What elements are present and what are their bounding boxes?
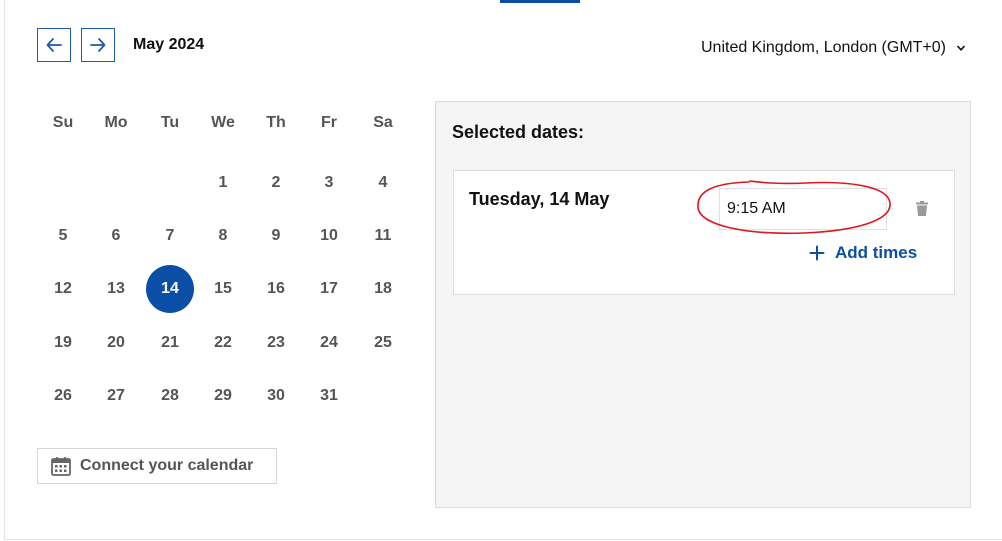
time-input[interactable]	[719, 188, 887, 230]
calendar-day[interactable]: 19	[39, 319, 87, 367]
timezone-label: United Kingdom, London (GMT+0)	[700, 39, 946, 56]
calendar-day[interactable]: 9	[252, 212, 300, 260]
add-times-button[interactable]: Add times	[809, 243, 917, 263]
add-times-label: Add times	[835, 243, 918, 262]
calendar-day[interactable]: 5	[39, 212, 87, 260]
calendar-day[interactable]: 29	[199, 372, 247, 420]
calendar-day[interactable]: 28	[146, 372, 194, 420]
calendar-day[interactable]: 27	[92, 372, 140, 420]
month-label: May 2024	[133, 36, 205, 53]
calendar-day[interactable]: 17	[305, 265, 353, 313]
calendar-day[interactable]: 7	[146, 212, 194, 260]
calendar-day[interactable]: 18	[359, 265, 407, 313]
calendar-day[interactable]: 10	[305, 212, 353, 260]
selected-date-card: Tuesday, 14 May Add times	[453, 170, 955, 295]
timezone-selector[interactable]: United Kingdom, London (GMT+0)	[701, 39, 966, 57]
calendar-day[interactable]: 4	[359, 159, 407, 207]
weekday-label: Tu	[160, 114, 180, 131]
selected-date-label: Tuesday, 14 May	[469, 189, 610, 209]
connect-calendar-label: Connect your calendar	[80, 457, 254, 474]
calendar-day[interactable]: 8	[199, 212, 247, 260]
calendar-day[interactable]: 12	[39, 265, 87, 313]
weekday-label: Su	[52, 114, 74, 131]
calendar-day[interactable]: 31	[305, 372, 353, 420]
calendar-day[interactable]: 15	[199, 265, 247, 313]
calendar-day[interactable]: 6	[92, 212, 140, 260]
calendar-day[interactable]: 30	[252, 372, 300, 420]
weekday-label: We	[211, 114, 235, 131]
calendar-day[interactable]: 22	[199, 319, 247, 367]
calendar-day[interactable]: 26	[39, 372, 87, 420]
calendar-day[interactable]: 2	[252, 159, 300, 207]
previous-month-button[interactable]	[37, 28, 71, 62]
weekday-label: Sa	[373, 114, 393, 131]
chevron-down-icon	[956, 45, 966, 51]
calendar-day[interactable]: 21	[146, 319, 194, 367]
arrow-right-icon	[90, 38, 106, 52]
calendar-day[interactable]: 13	[92, 265, 140, 313]
calendar-day[interactable]: 24	[305, 319, 353, 367]
plus-icon	[809, 245, 825, 261]
selected-day[interactable]: 14	[146, 265, 194, 313]
connect-calendar-button[interactable]: Connect your calendar	[37, 448, 277, 484]
selected-dates-panel: Selected dates: Tuesday, 14 May Add time…	[435, 101, 971, 508]
active-tab-indicator	[500, 0, 580, 3]
calendar-icon	[51, 457, 71, 476]
calendar-day[interactable]: 11	[359, 212, 407, 260]
weekday-label: Mo	[104, 114, 128, 131]
calendar-day[interactable]: 3	[305, 159, 353, 207]
selected-dates-title: Selected dates:	[452, 122, 585, 142]
calendar-day[interactable]: 16	[252, 265, 300, 313]
calendar-day[interactable]: 20	[92, 319, 140, 367]
trash-icon[interactable]	[913, 200, 931, 218]
next-month-button[interactable]	[81, 28, 115, 62]
calendar-day[interactable]: 25	[359, 319, 407, 367]
weekday-label: Th	[266, 114, 286, 131]
calendar-day[interactable]: 23	[252, 319, 300, 367]
weekday-label: Fr	[321, 114, 337, 131]
arrow-left-icon	[46, 38, 62, 52]
calendar-day[interactable]: 1	[199, 159, 247, 207]
